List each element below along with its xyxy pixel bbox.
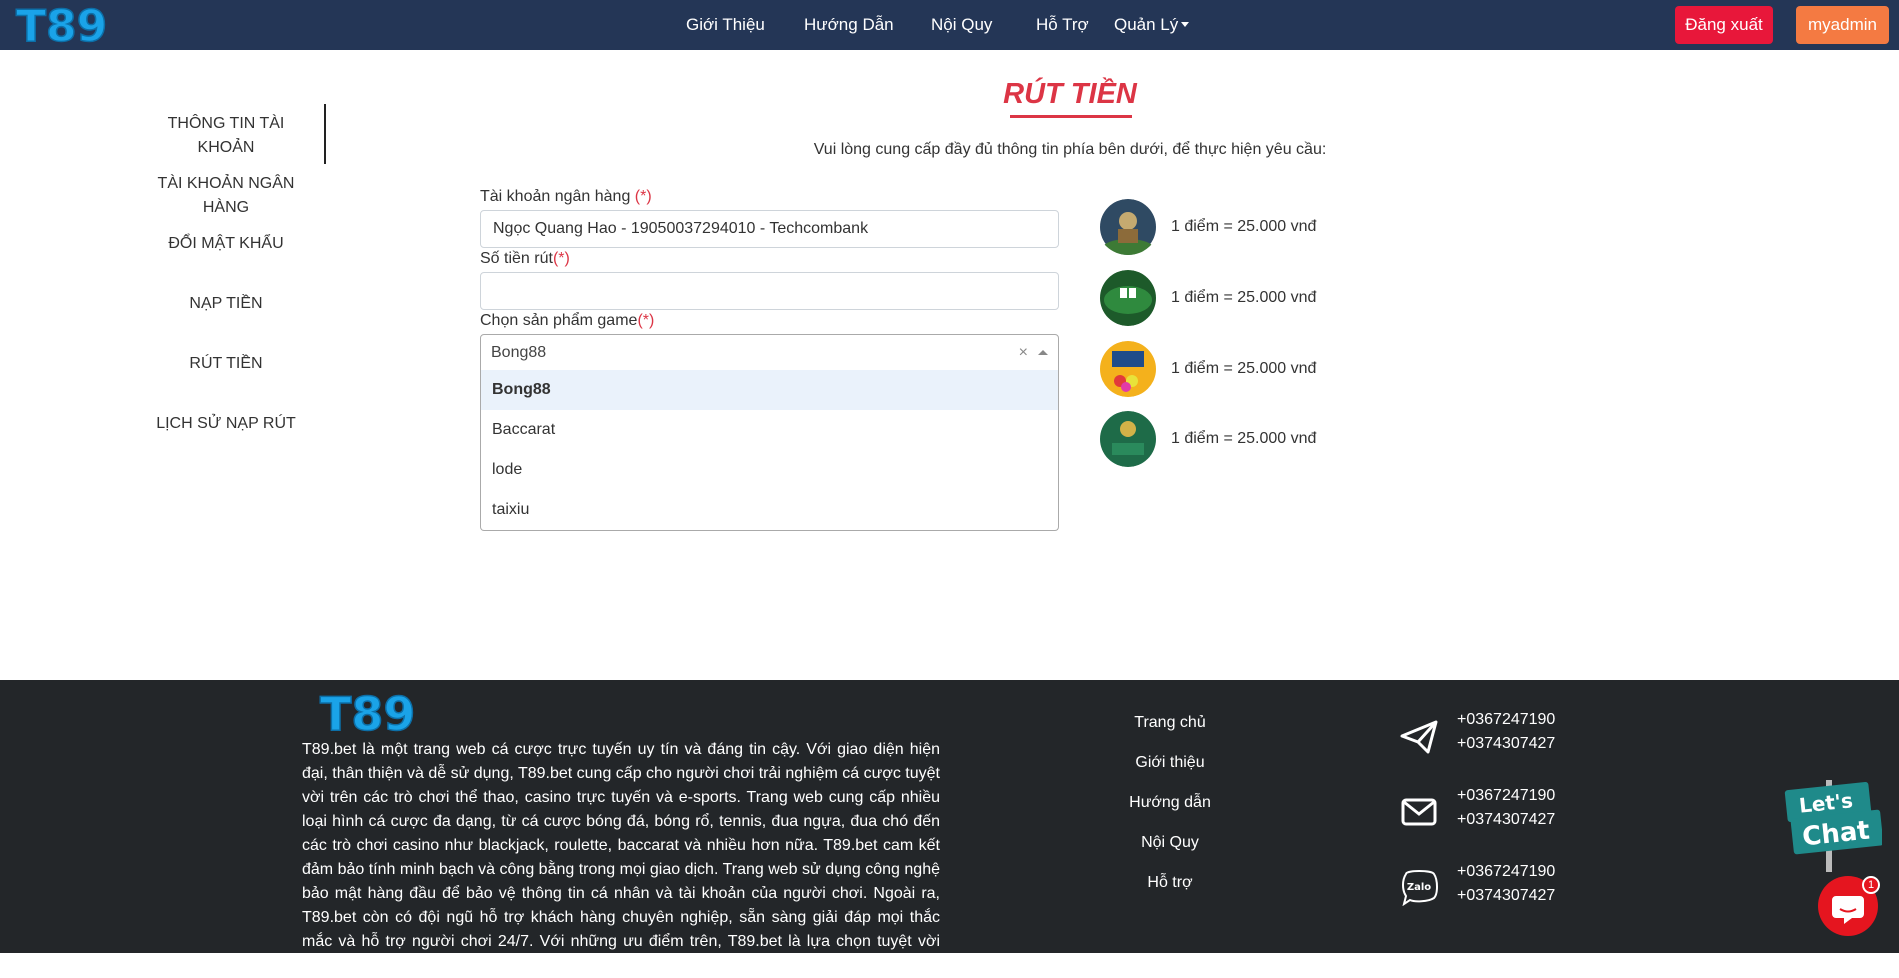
sidebar-active-indicator bbox=[324, 104, 326, 164]
required-mark: (*) bbox=[637, 312, 655, 329]
nav-gioi-thieu[interactable]: Giới Thiệu bbox=[686, 15, 765, 35]
bank-account-label-text: Tài khoản ngân hàng bbox=[480, 188, 635, 205]
sidebar-item-history[interactable]: LỊCH SỬ NẠP RÚT bbox=[141, 412, 311, 436]
mail-icon[interactable] bbox=[1398, 792, 1440, 832]
logout-button[interactable]: Đăng xuất bbox=[1675, 6, 1773, 44]
rate-text: 1 điểm = 25.000 vnđ bbox=[1171, 218, 1317, 235]
sidebar-item-account-info[interactable]: THÔNG TIN TÀI KHOẢN bbox=[141, 112, 311, 160]
soccer-game-icon bbox=[1100, 199, 1156, 255]
amount-label-text: Số tiền rút bbox=[480, 250, 553, 267]
taixiu-game-icon bbox=[1100, 411, 1156, 467]
contact-phones: +0367247190 +0374307427 bbox=[1457, 784, 1555, 832]
game-option[interactable]: Bong88 bbox=[481, 370, 1058, 410]
phone-number: +0367247190 bbox=[1457, 787, 1556, 804]
game-rate-row: 1 điểm = 25.000 vnđ bbox=[1098, 199, 1316, 255]
page-title: RÚT TIỀN bbox=[1003, 78, 1137, 110]
svg-text:Zalo: Zalo bbox=[1407, 882, 1431, 893]
phone-number: +0367247190 bbox=[1457, 711, 1556, 728]
phone-number: +0374307427 bbox=[1457, 735, 1556, 752]
game-rate-row: 1 điểm = 25.000 vnđ bbox=[1098, 270, 1316, 326]
lottery-game-icon bbox=[1100, 341, 1156, 397]
title-underline bbox=[1010, 115, 1132, 118]
t89-logo[interactable]: T89 bbox=[14, 3, 164, 47]
footer-description: T89.bet là một trang web cá cược trực tu… bbox=[302, 741, 940, 974]
phone-number: +0374307427 bbox=[1457, 811, 1556, 828]
chevron-up-icon[interactable] bbox=[1038, 350, 1048, 355]
bank-account-select[interactable]: Ngọc Quang Hao - 19050037294010 - Techco… bbox=[480, 210, 1059, 248]
contact-phones: +0367247190 +0374307427 bbox=[1457, 860, 1555, 908]
rate-text: 1 điểm = 25.000 vnđ bbox=[1171, 289, 1317, 306]
game-dropdown: Bong88 Baccarat lode taixiu bbox=[480, 370, 1059, 531]
sidebar-item-change-password[interactable]: ĐỔI MẬT KHẨU bbox=[141, 232, 311, 256]
bank-account-label: Tài khoản ngân hàng (*) bbox=[480, 188, 652, 206]
footer bbox=[0, 680, 1899, 953]
nav-quan-ly-label: Quản Lý bbox=[1114, 15, 1179, 34]
nav-quan-ly[interactable]: Quản Lý bbox=[1114, 15, 1190, 35]
game-label: Chọn sản phẩm game(*) bbox=[480, 312, 654, 330]
page-subtitle: Vui lòng cung cấp đầy đủ thông tin phía … bbox=[813, 141, 1327, 158]
zalo-icon[interactable]: Zalo bbox=[1398, 866, 1440, 906]
nav-noi-quy[interactable]: Nội Quy bbox=[931, 15, 992, 35]
footer-link-about[interactable]: Giới thiệu bbox=[1100, 754, 1240, 772]
footer-t89-logo: T89 bbox=[319, 688, 416, 736]
game-select-value: Bong88 bbox=[491, 344, 547, 361]
contact-phones: +0367247190 +0374307427 bbox=[1457, 708, 1555, 756]
telegram-icon[interactable] bbox=[1398, 716, 1440, 756]
phone-number: +0374307427 bbox=[1457, 887, 1556, 904]
baccarat-game-icon bbox=[1100, 270, 1156, 326]
user-button[interactable]: myadmin bbox=[1796, 6, 1889, 44]
game-option[interactable]: Baccarat bbox=[481, 410, 1058, 450]
sidebar-item-withdraw[interactable]: RÚT TIỀN bbox=[141, 352, 311, 376]
svg-text:T89: T89 bbox=[320, 688, 415, 736]
lets-chat-sign[interactable]: Let's Chat bbox=[1782, 778, 1882, 872]
sidebar-item-bank-account[interactable]: TÀI KHOẢN NGÂN HÀNG bbox=[141, 172, 311, 220]
nav-huong-dan[interactable]: Hướng Dẫn bbox=[804, 15, 894, 35]
footer-link-support[interactable]: Hỗ trợ bbox=[1100, 874, 1240, 892]
svg-text:T89: T89 bbox=[16, 3, 107, 47]
amount-input[interactable] bbox=[480, 272, 1059, 310]
required-mark: (*) bbox=[552, 250, 570, 267]
footer-link-guide[interactable]: Hướng dẫn bbox=[1100, 794, 1240, 812]
game-label-text: Chọn sản phẩm game bbox=[480, 312, 638, 329]
game-option[interactable]: taixiu bbox=[481, 490, 1058, 530]
top-navbar: T89 Giới Thiệu Hướng Dẫn Nội Quy Hỗ Trợ … bbox=[0, 0, 1899, 50]
game-rate-row: 1 điểm = 25.000 vnđ bbox=[1098, 411, 1316, 467]
game-option[interactable]: lode bbox=[481, 450, 1058, 490]
amount-label: Số tiền rút(*) bbox=[480, 250, 570, 268]
clear-icon[interactable]: × bbox=[1019, 335, 1028, 370]
sidebar-item-deposit[interactable]: NẠP TIỀN bbox=[141, 292, 311, 316]
chat-unread-badge: 1 bbox=[1862, 876, 1880, 894]
game-select[interactable]: Bong88 × bbox=[480, 334, 1059, 371]
footer-link-rules[interactable]: Nội Quy bbox=[1100, 834, 1240, 852]
caret-down-icon bbox=[1181, 22, 1190, 27]
required-mark: (*) bbox=[634, 188, 652, 205]
phone-number: +0367247190 bbox=[1457, 863, 1556, 880]
nav-ho-tro[interactable]: Hỗ Trợ bbox=[1036, 15, 1089, 35]
rate-text: 1 điểm = 25.000 vnđ bbox=[1171, 430, 1317, 447]
game-rate-row: 1 điểm = 25.000 vnđ bbox=[1098, 341, 1316, 397]
rate-text: 1 điểm = 25.000 vnđ bbox=[1171, 360, 1317, 377]
footer-link-home[interactable]: Trang chủ bbox=[1100, 714, 1240, 732]
